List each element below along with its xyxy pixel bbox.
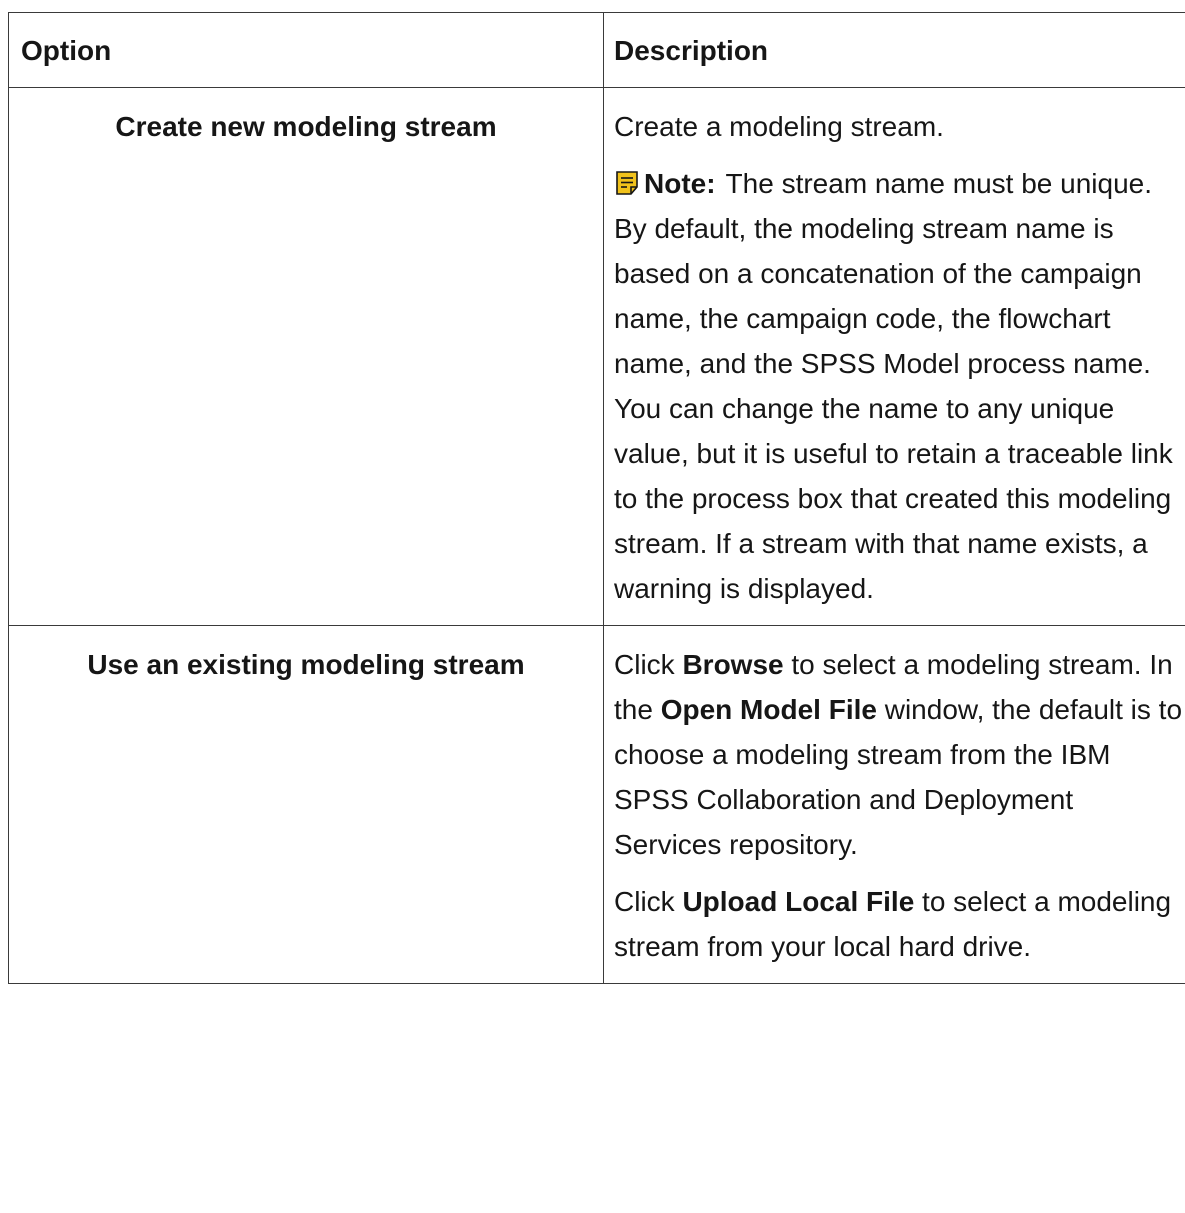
description-paragraph-upload: Click Upload Local File to select a mode… (614, 879, 1185, 969)
table-header-row: Option Description (8, 12, 1185, 88)
description-paragraph-browse: Click Browse to select a modeling stream… (614, 642, 1185, 867)
table-row: Use an existing modeling stream Click Br… (8, 625, 1185, 984)
open-model-file-term: Open Model File (660, 694, 877, 725)
option-cell: Create new modeling stream (8, 87, 604, 626)
options-table: Option Description Create new modeling s… (8, 12, 1185, 984)
description-text: Create a modeling stream. (614, 111, 944, 142)
column-header-option: Option (8, 12, 604, 88)
note-icon (614, 164, 640, 195)
options-table-container: Option Description Create new modeling s… (8, 12, 1185, 984)
upload-local-file-term: Upload Local File (682, 886, 915, 917)
text-span: Click (614, 649, 675, 680)
note-text: The stream name must be unique. By defau… (614, 168, 1173, 604)
note-label: Note: (644, 168, 716, 199)
browse-term: Browse (682, 649, 784, 680)
description-cell: Create a modeling stream. Note: The strea… (603, 87, 1185, 626)
option-cell: Use an existing modeling stream (8, 625, 604, 984)
text-span: Click (614, 886, 675, 917)
table-row: Create new modeling stream Create a mode… (8, 87, 1185, 626)
description-cell: Click Browse to select a modeling stream… (603, 625, 1185, 984)
note-paragraph: Note: The stream name must be unique. By … (614, 161, 1185, 611)
column-header-description: Description (603, 12, 1185, 88)
